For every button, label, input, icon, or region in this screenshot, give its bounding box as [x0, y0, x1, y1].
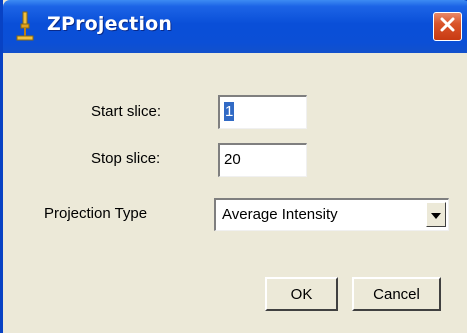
- microscope-icon: [15, 10, 35, 42]
- close-icon: [440, 17, 455, 37]
- cancel-button[interactable]: Cancel: [352, 277, 441, 311]
- projection-type-select[interactable]: Average Intensity: [214, 198, 449, 231]
- dropdown-button[interactable]: [426, 202, 446, 227]
- start-slice-input[interactable]: 1: [218, 95, 307, 129]
- stop-slice-value: 20: [224, 151, 241, 168]
- start-slice-label: Start slice:: [91, 103, 162, 120]
- dialog-content: Start slice: 1 Stop slice: 20 Projection…: [3, 53, 467, 333]
- close-button[interactable]: [433, 12, 462, 41]
- projection-type-value: Average Intensity: [222, 206, 338, 223]
- start-slice-value: 1: [224, 102, 235, 121]
- stop-slice-label: Stop slice:: [91, 150, 161, 167]
- zprojection-dialog: ZProjection Start slice: 1 Stop slice: 2…: [0, 0, 467, 333]
- chevron-down-icon: [431, 206, 441, 224]
- title-bar[interactable]: ZProjection: [3, 0, 467, 53]
- projection-type-label: Projection Type: [44, 205, 148, 222]
- stop-slice-input[interactable]: 20: [218, 143, 307, 177]
- ok-button[interactable]: OK: [265, 277, 338, 311]
- window-title: ZProjection: [47, 13, 173, 35]
